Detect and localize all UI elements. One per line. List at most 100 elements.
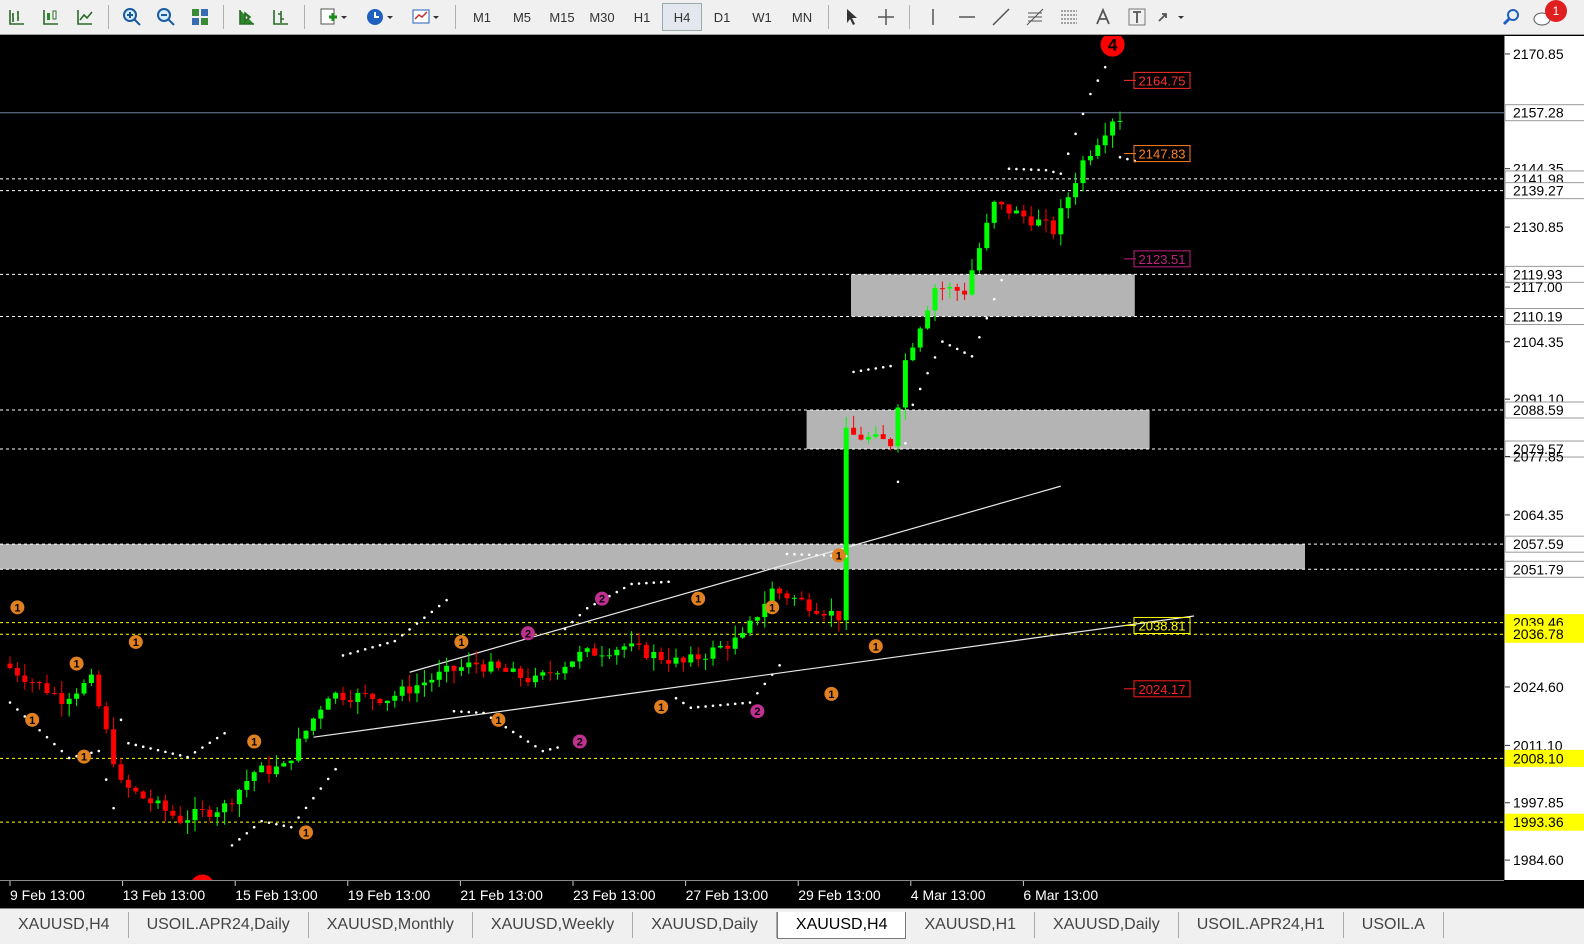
timeframe-d1[interactable]: D1 — [702, 3, 742, 31]
candle-body — [873, 434, 879, 437]
text-icon[interactable] — [1086, 3, 1120, 31]
candle-body — [273, 766, 279, 775]
chart-tab[interactable]: USOIL.APR24,H1 — [1179, 912, 1344, 938]
price-axis-label: 2157.28 — [1513, 105, 1564, 121]
candle-body — [799, 597, 805, 600]
candlestick-icon[interactable] — [34, 3, 68, 31]
price-chart[interactable]: 2164.752147.832123.512038.812024.1744222… — [0, 32, 1504, 899]
arrows-icon[interactable] — [1154, 3, 1188, 31]
chart-tab[interactable]: XAUUSD,H1 — [906, 912, 1036, 938]
sar-dot — [807, 553, 811, 557]
timeframe-h4[interactable]: H4 — [662, 3, 702, 31]
clock-icon[interactable] — [357, 3, 403, 31]
sar-dot — [460, 710, 463, 713]
text-label-icon[interactable] — [1120, 3, 1154, 31]
price-label[interactable]: 2123.51 — [1124, 250, 1191, 268]
timeframe-w1[interactable]: W1 — [742, 3, 782, 31]
timeframe-h1[interactable]: H1 — [622, 3, 662, 31]
candle-body — [51, 692, 57, 694]
wave-marker-label: 1 — [495, 715, 501, 727]
candle-body — [1065, 197, 1071, 209]
sar-dot — [452, 709, 456, 713]
candle-body — [754, 617, 760, 621]
candle-body — [1087, 156, 1093, 161]
line-chart-icon[interactable] — [68, 3, 102, 31]
price-label[interactable]: 2024.17 — [1124, 680, 1191, 698]
price-axis-label: 2088.59 — [1513, 402, 1564, 418]
sar-dot — [386, 641, 389, 645]
zoom-in-icon[interactable] — [115, 3, 149, 31]
candle-body — [843, 427, 849, 621]
candle-body — [66, 698, 72, 705]
sar-dot — [1037, 168, 1040, 172]
chart-tab[interactable]: USOIL.APR24,Daily — [129, 912, 309, 938]
timeframe-mn[interactable]: MN — [782, 3, 822, 31]
tile-windows-icon[interactable] — [183, 3, 217, 31]
candle-body — [347, 700, 353, 702]
chart-tab[interactable]: XAUUSD,Daily — [1035, 912, 1179, 938]
chart-tab[interactable]: XAUUSD,Weekly — [473, 912, 634, 938]
wave-marker-label: 4 — [1108, 36, 1118, 55]
crosshair-icon[interactable] — [869, 3, 903, 31]
candle-body — [791, 597, 797, 599]
sar-dot — [556, 746, 559, 749]
vertical-line-icon[interactable] — [916, 3, 950, 31]
horizontal-line-icon[interactable] — [950, 3, 984, 31]
cursor-icon[interactable] — [835, 3, 869, 31]
candle-body — [658, 652, 664, 661]
timeframe-m30[interactable]: M30 — [582, 3, 622, 31]
new-order-icon[interactable] — [311, 3, 357, 31]
time-axis-label: 29 Feb 13:00 — [798, 887, 881, 903]
chart-shift-icon[interactable] — [264, 3, 298, 31]
sar-dot — [904, 441, 907, 445]
wave-marker: 1 — [128, 634, 143, 649]
search-icon[interactable] — [1494, 3, 1528, 31]
timeframe-m5[interactable]: M5 — [502, 3, 542, 31]
chart-tab[interactable]: XAUUSD,H4 — [0, 912, 129, 938]
price-axis-label: 2077.85 — [1513, 448, 1564, 464]
price-label[interactable]: 2147.83 — [1124, 145, 1191, 163]
wave-marker: 1 — [69, 656, 84, 671]
trendline-icon[interactable] — [984, 3, 1018, 31]
wave-marker: 1 — [824, 686, 839, 701]
candle-body — [103, 706, 109, 730]
candle-body — [340, 692, 346, 701]
candle-body — [133, 787, 139, 792]
timeframe-m15[interactable]: M15 — [542, 3, 582, 31]
sar-dot — [1059, 172, 1063, 175]
chart-tab[interactable]: XAUUSD,Monthly — [309, 912, 473, 938]
price-label[interactable]: 2164.75 — [1124, 71, 1191, 89]
price-axis-label: 2104.35 — [1513, 334, 1564, 350]
candle-body — [384, 700, 390, 704]
candle-body — [584, 648, 590, 652]
sar-dot — [622, 586, 626, 590]
sar-dot — [1044, 168, 1048, 172]
toolbar-separator — [223, 5, 224, 29]
sar-dot — [918, 387, 922, 391]
price-scale: 2170.852157.282144.352141.982139.272130.… — [1504, 46, 1584, 868]
time-axis[interactable]: 9 Feb 13:00 13 Feb 13:00 15 Feb 13:00 19 Fe… — [0, 880, 1504, 909]
sar-dot — [578, 613, 582, 617]
sar-dot — [67, 756, 71, 760]
time-axis-label: 13 Feb 13:00 — [123, 887, 206, 903]
templates-icon[interactable] — [403, 3, 449, 31]
sar-dot — [659, 580, 663, 584]
chart-tab[interactable]: XAUUSD,H4 — [776, 912, 907, 939]
fibonacci-icon[interactable] — [1018, 3, 1052, 31]
chart-canvas[interactable]: 2164.752147.832123.512038.812024.1744222… — [0, 32, 1504, 899]
notification-badge[interactable]: 1 — [1545, 0, 1567, 22]
chart-tab[interactable]: XAUUSD,Daily — [633, 912, 777, 938]
price-axis[interactable]: 2170.85 2157.28 2144.35 2141.98 2139.27 2130.… — [1504, 36, 1584, 880]
chart-tab[interactable]: USOIL.A — [1344, 912, 1444, 938]
candle-body — [747, 620, 753, 633]
time-scale: 9 Feb 13:00 13 Feb 13:00 15 Feb 13:00 19 Fe… — [9, 881, 1098, 903]
candle-body — [984, 222, 990, 249]
price-label[interactable]: 2038.81 — [1124, 616, 1191, 634]
zoom-out-icon[interactable] — [149, 3, 183, 31]
price-axis-label: 2130.85 — [1513, 219, 1564, 235]
grid-icon[interactable] — [1052, 3, 1086, 31]
bar-chart-icon[interactable] — [0, 3, 34, 31]
candle-body — [518, 668, 524, 679]
autoscroll-icon[interactable] — [230, 3, 264, 31]
timeframe-m1[interactable]: M1 — [462, 3, 502, 31]
